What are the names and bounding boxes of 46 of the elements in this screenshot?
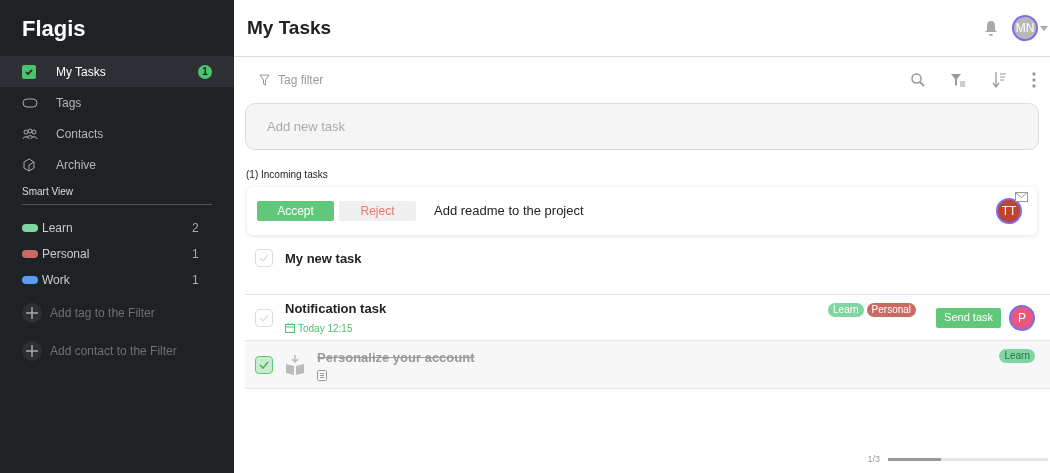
sidebar-item[interactable]: My Tasks 1	[0, 56, 234, 87]
tag-label: Learn	[999, 349, 1035, 363]
task-title: Add readme to the project	[434, 202, 585, 221]
new-task-field[interactable]: Add new task	[245, 103, 1039, 150]
notification-bell-icon[interactable]	[984, 20, 998, 36]
filter-list-icon[interactable]	[951, 73, 966, 87]
count-badge: 1	[198, 64, 212, 79]
due-date: Today 12:15	[285, 320, 829, 336]
calendar-icon	[285, 323, 295, 334]
task-title: Notification task	[285, 300, 388, 319]
page-title: My Tasks	[247, 15, 333, 40]
assignee-avatar: P	[1009, 304, 1035, 331]
tag-filter-item[interactable]: Work 1	[0, 267, 234, 293]
check-icon	[259, 360, 269, 369]
sender-avatar: TT	[996, 198, 1022, 224]
tag-label: Personal	[866, 303, 917, 317]
check-icon	[259, 313, 269, 322]
task-title: Personalize your account	[317, 348, 476, 367]
tag-filter-item[interactable]: Personal 1	[0, 241, 234, 267]
envelope-icon	[1015, 192, 1028, 202]
more-icon[interactable]	[1032, 72, 1036, 88]
task-title: My new task	[285, 250, 363, 268]
task-row[interactable]: My new task	[245, 249, 1050, 295]
people-icon	[22, 127, 38, 140]
check-icon	[259, 254, 269, 262]
cube-icon	[22, 157, 36, 172]
sidebar-item[interactable]: Archive	[0, 149, 234, 180]
plus-icon	[26, 307, 38, 319]
filter-icon	[259, 74, 270, 86]
app-logo: Flagis	[21, 15, 87, 43]
page-indicator: 1/3	[867, 452, 880, 466]
section-heading: (1) Incoming tasks	[246, 168, 329, 182]
plus-icon	[26, 345, 38, 357]
sort-icon[interactable]	[992, 72, 1006, 88]
task-checkbox[interactable]	[255, 249, 273, 267]
task-checkbox[interactable]	[255, 355, 273, 374]
sidebar-item[interactable]: Tags	[0, 87, 234, 118]
tag-icon	[22, 97, 38, 108]
checkbox-icon	[22, 64, 36, 79]
sidebar-item[interactable]: Contacts	[0, 118, 234, 149]
tag-label: Learn	[828, 303, 864, 317]
tag-filter-item[interactable]: Learn 2	[0, 215, 234, 241]
task-checkbox[interactable]	[255, 308, 273, 327]
section-heading: Smart View	[22, 184, 212, 205]
search-icon[interactable]	[911, 73, 925, 87]
caret-icon[interactable]	[1040, 25, 1048, 31]
